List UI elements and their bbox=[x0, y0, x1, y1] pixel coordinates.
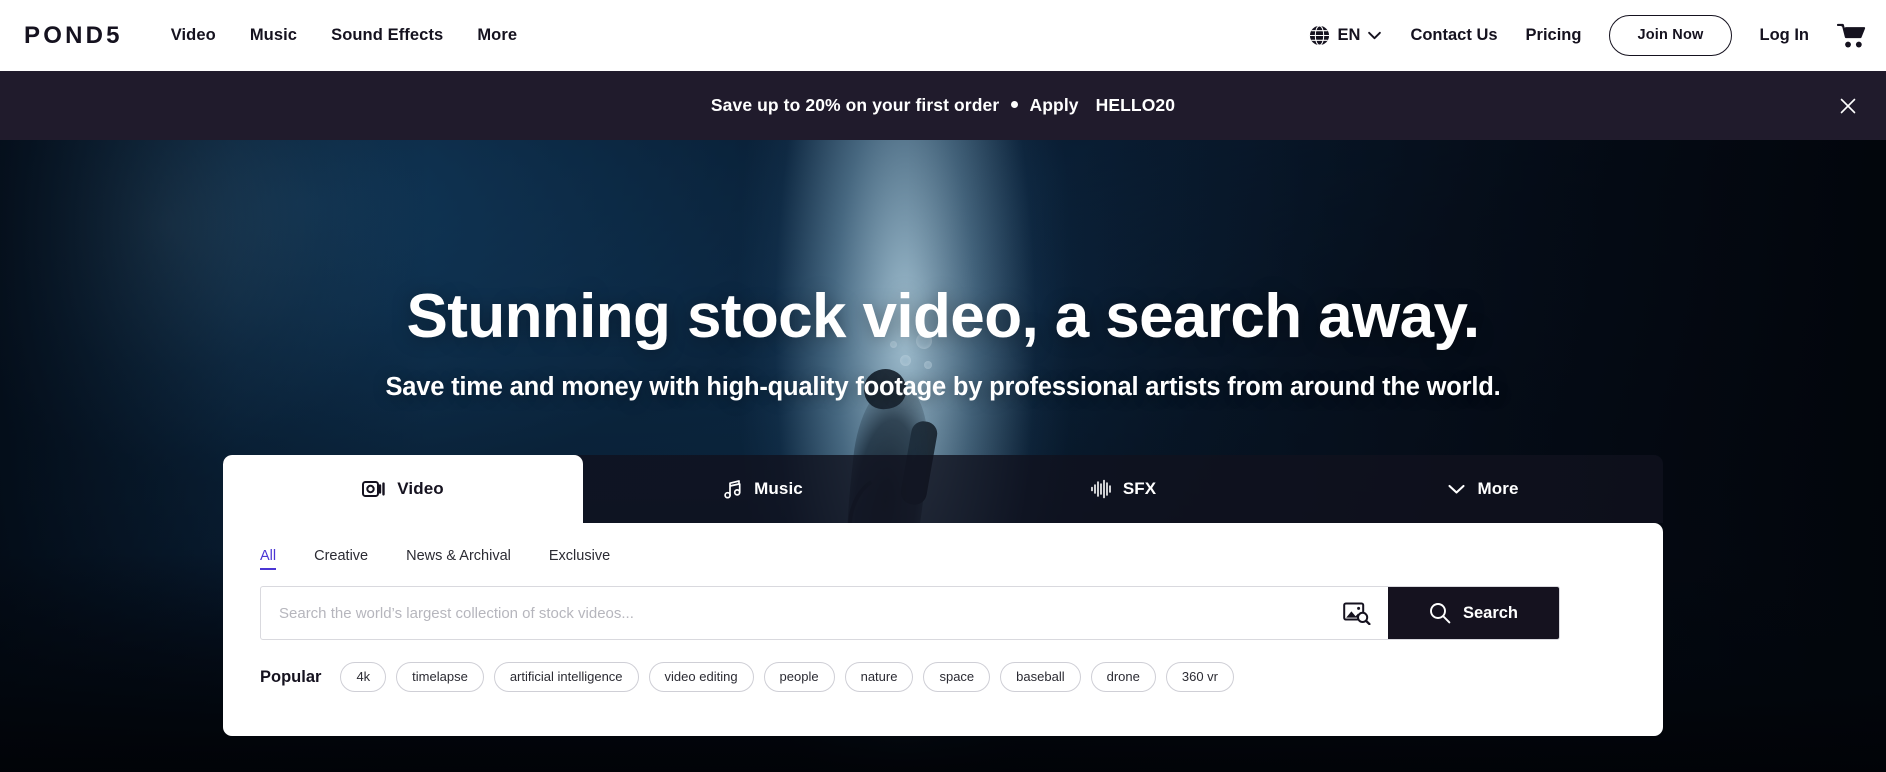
globe-icon bbox=[1309, 25, 1329, 46]
top-navigation-bar: POND5 Video Music Sound Effects More EN bbox=[0, 0, 1886, 71]
magnifier-icon bbox=[1430, 603, 1451, 624]
search-category-subtabs: All Creative News & Archival Exclusive bbox=[245, 523, 1641, 570]
tab-sfx-label: SFX bbox=[1122, 479, 1157, 498]
popular-tag-video-editing[interactable]: video editing bbox=[648, 662, 754, 692]
popular-label: Popular bbox=[260, 667, 322, 686]
search-button-label: Search bbox=[1462, 603, 1519, 622]
music-note-icon bbox=[724, 480, 741, 499]
popular-tag-4k[interactable]: 4k bbox=[340, 662, 387, 692]
search-panel-body: All Creative News & Archival Exclusive S… bbox=[223, 523, 1663, 736]
nav-item-sound-effects[interactable]: Sound Effects bbox=[331, 26, 443, 45]
nav-item-music[interactable]: Music bbox=[250, 26, 297, 45]
waveform-icon bbox=[1091, 479, 1111, 499]
nav-item-more[interactable]: More bbox=[477, 26, 517, 45]
tab-music-label: Music bbox=[754, 479, 803, 498]
pond5-logo[interactable]: POND5 bbox=[24, 23, 123, 48]
promo-apply-label: Apply bbox=[1029, 95, 1079, 115]
promo-banner-text: Save up to 20% on your first order Apply… bbox=[711, 95, 1175, 116]
search-bar: Search bbox=[260, 586, 1560, 640]
language-selector[interactable]: EN bbox=[1308, 24, 1383, 47]
popular-tag-artificial-intelligence[interactable]: artificial intelligence bbox=[493, 662, 639, 692]
popular-tag-timelapse[interactable]: timelapse bbox=[396, 662, 484, 692]
nav-item-contact-us[interactable]: Contact Us bbox=[1410, 26, 1497, 45]
promo-code[interactable]: HELLO20 bbox=[1096, 95, 1175, 115]
tab-music[interactable]: Music bbox=[583, 455, 943, 523]
search-button[interactable]: Search bbox=[1388, 587, 1559, 639]
tab-more[interactable]: More bbox=[1303, 455, 1663, 523]
nav-item-pricing[interactable]: Pricing bbox=[1526, 26, 1582, 45]
popular-tag-360-vr[interactable]: 360 vr bbox=[1165, 662, 1234, 692]
image-search-button[interactable] bbox=[1326, 587, 1388, 639]
join-now-button[interactable]: Join Now bbox=[1609, 15, 1732, 56]
search-input[interactable] bbox=[261, 587, 1326, 639]
language-label: EN bbox=[1337, 26, 1361, 44]
hero-title: Stunning stock video, a search away. bbox=[406, 282, 1481, 351]
subtab-creative[interactable]: Creative bbox=[314, 548, 368, 570]
tab-sfx[interactable]: SFX bbox=[943, 455, 1303, 523]
popular-tags: Popular 4k timelapse artificial intellig… bbox=[260, 662, 1641, 692]
page-root: POND5 Video Music Sound Effects More EN bbox=[0, 0, 1886, 772]
chevron-down-icon bbox=[1448, 484, 1466, 494]
search-panel: Video Music SFX More All Creative News &… bbox=[223, 455, 1663, 736]
subtab-all[interactable]: All bbox=[260, 548, 277, 570]
tab-more-label: More bbox=[1477, 479, 1519, 498]
subtab-news-archival[interactable]: News & Archival bbox=[406, 548, 511, 570]
search-type-tabs: Video Music SFX More bbox=[223, 455, 1663, 523]
subtab-exclusive[interactable]: Exclusive bbox=[549, 548, 610, 570]
chevron-down-icon bbox=[1368, 31, 1382, 40]
close-icon[interactable] bbox=[1838, 96, 1858, 116]
video-camera-icon bbox=[362, 481, 385, 497]
hero-subtitle: Save time and money with high-quality fo… bbox=[385, 373, 1501, 402]
promo-banner: Save up to 20% on your first order Apply… bbox=[0, 71, 1886, 140]
popular-tag-people[interactable]: people bbox=[763, 662, 835, 692]
promo-offer-text: Save up to 20% on your first order bbox=[710, 95, 1000, 115]
hero-copy: Stunning stock video, a search away. Sav… bbox=[0, 140, 1886, 402]
popular-tag-baseball[interactable]: baseball bbox=[1000, 662, 1081, 692]
popular-tag-space[interactable]: space bbox=[923, 662, 991, 692]
primary-nav-links: Video Music Sound Effects More bbox=[171, 26, 517, 45]
image-search-icon bbox=[1343, 602, 1371, 625]
promo-separator-dot bbox=[1011, 101, 1019, 108]
tab-video[interactable]: Video bbox=[223, 455, 583, 523]
secondary-nav-links: EN Contact Us Pricing Join Now Log In bbox=[1308, 15, 1866, 56]
shopping-cart-icon[interactable] bbox=[1837, 22, 1866, 49]
popular-tag-nature[interactable]: nature bbox=[844, 662, 914, 692]
tab-video-label: Video bbox=[397, 479, 444, 498]
popular-tag-drone[interactable]: drone bbox=[1090, 662, 1156, 692]
nav-item-video[interactable]: Video bbox=[171, 26, 216, 45]
log-in-link[interactable]: Log In bbox=[1760, 26, 1809, 45]
